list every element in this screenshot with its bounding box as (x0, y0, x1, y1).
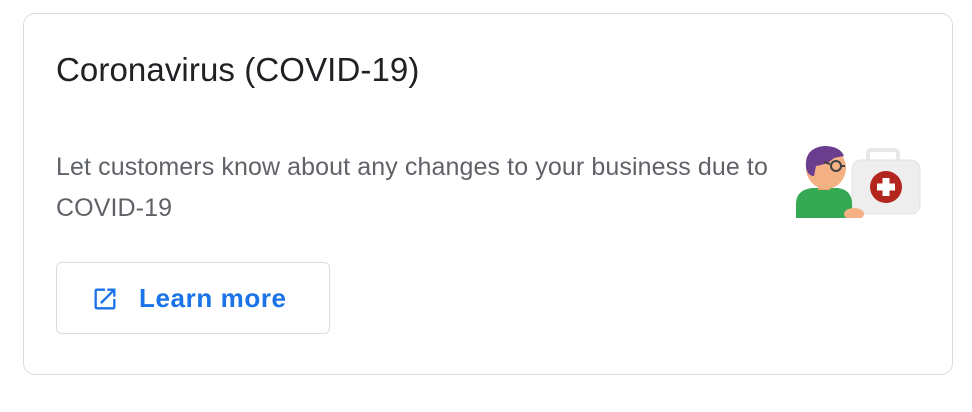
learn-more-label: Learn more (139, 283, 287, 313)
doctor-with-first-aid-kit-icon (796, 146, 921, 218)
card-description: Let customers know about any changes to … (56, 153, 768, 222)
learn-more-button[interactable]: Learn more (56, 262, 330, 334)
open-in-new-icon (94, 288, 116, 310)
covid-info-card: Coronavirus (COVID-19) Let customers kno… (23, 13, 953, 375)
card-title: Coronavirus (COVID-19) (56, 51, 420, 88)
